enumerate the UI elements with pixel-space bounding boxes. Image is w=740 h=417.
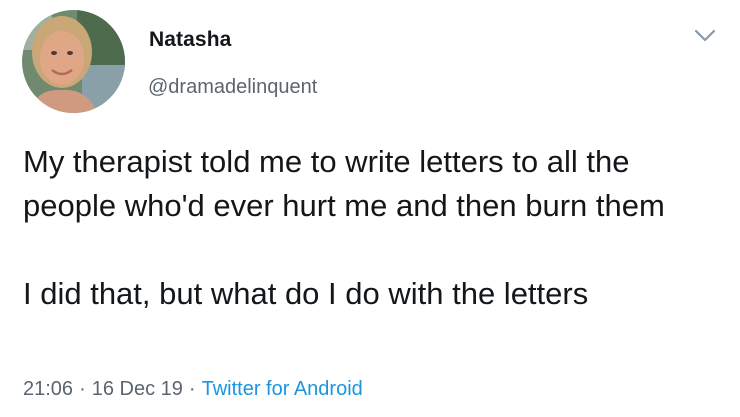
- user-handle[interactable]: @dramadelinquent: [148, 76, 317, 99]
- chevron-down-icon[interactable]: [693, 28, 717, 44]
- tweet-paragraph: My therapist told me to write letters to…: [23, 144, 665, 223]
- profile-photo-icon: [22, 10, 125, 113]
- tweet-text: My therapist told me to write letters to…: [23, 140, 723, 316]
- avatar[interactable]: [22, 10, 125, 113]
- tweet-source-link[interactable]: Twitter for Android: [202, 378, 363, 400]
- tweet-time[interactable]: 21:06: [23, 378, 73, 400]
- tweet-meta: 21:06 · 16 Dec 19 · Twitter for Android: [23, 378, 363, 401]
- separator: ·: [79, 378, 86, 400]
- display-name[interactable]: Natasha: [149, 28, 231, 52]
- tweet-date[interactable]: 16 Dec 19: [92, 378, 183, 400]
- separator: ·: [188, 378, 196, 400]
- tweet-card: Natasha @dramadelinquent My therapist to…: [0, 0, 740, 417]
- tweet-paragraph: I did that, but what do I do with the le…: [23, 276, 589, 311]
